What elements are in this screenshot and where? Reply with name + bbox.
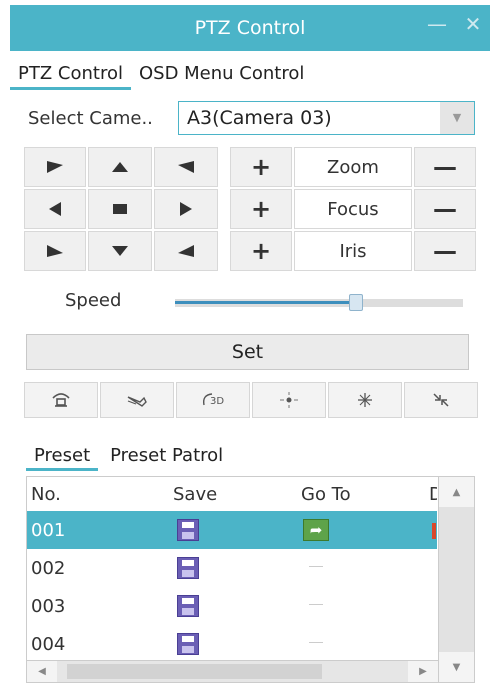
arrow-right-icon bbox=[180, 202, 192, 216]
save-icon[interactable] bbox=[177, 595, 199, 617]
focus-label: Focus bbox=[294, 189, 412, 229]
window-controls: — ✕ bbox=[426, 13, 484, 35]
table-row[interactable]: 004 bbox=[27, 625, 437, 663]
pan-down-right-button[interactable] bbox=[154, 231, 218, 271]
preset-number: 003 bbox=[31, 596, 66, 617]
pan-down-left-button[interactable] bbox=[24, 231, 86, 271]
horizontal-scroll-thumb[interactable] bbox=[67, 664, 322, 679]
pan-up-left-button[interactable] bbox=[24, 147, 86, 187]
3d-positioning-button[interactable]: 3D bbox=[176, 382, 250, 418]
speed-slider-fill bbox=[175, 301, 356, 304]
table-row[interactable]: 001 ➦ bbox=[27, 511, 437, 549]
snow-mode-button[interactable] bbox=[328, 382, 402, 418]
direction-pad bbox=[24, 147, 222, 271]
lens-controls: + Zoom — + Focus — + Iris — bbox=[230, 147, 476, 271]
arrow-up-right-icon bbox=[178, 161, 194, 173]
scroll-down-icon[interactable]: ▼ bbox=[439, 652, 474, 682]
goto-disabled-dash bbox=[309, 604, 323, 605]
tab-preset-patrol[interactable]: Preset Patrol bbox=[102, 443, 231, 471]
goto-disabled-dash bbox=[309, 642, 323, 643]
stop-icon bbox=[113, 204, 127, 214]
tilt-down-button[interactable] bbox=[88, 231, 152, 271]
scroll-up-icon[interactable]: ▲ bbox=[439, 477, 474, 507]
preset-number: 004 bbox=[31, 634, 66, 655]
table-row[interactable]: 003 bbox=[27, 587, 437, 625]
goto-disabled-dash bbox=[309, 566, 323, 567]
pan-up-right-button[interactable] bbox=[154, 147, 218, 187]
tilt-up-button[interactable] bbox=[88, 147, 152, 187]
horizontal-scrollbar[interactable]: ◀ ▶ bbox=[27, 660, 438, 682]
camera-select[interactable]: A3(Camera 03) ▼ bbox=[178, 101, 475, 135]
speed-slider[interactable] bbox=[175, 294, 463, 311]
close-button[interactable]: ✕ bbox=[462, 13, 484, 35]
tab-ptz-control[interactable]: PTZ Control bbox=[10, 60, 131, 90]
light-icon bbox=[127, 396, 147, 407]
pan-right-button[interactable] bbox=[154, 189, 218, 229]
iris-close-button[interactable]: — bbox=[414, 231, 476, 271]
arrow-up-icon bbox=[112, 162, 128, 172]
arrow-left-icon bbox=[49, 202, 61, 216]
column-header-goto: Go To bbox=[301, 483, 351, 505]
preset-number: 002 bbox=[31, 558, 66, 579]
arrow-up-left-icon bbox=[47, 161, 63, 173]
speed-slider-thumb[interactable] bbox=[349, 294, 363, 311]
arrow-down-left-icon bbox=[47, 245, 63, 257]
camera-select-value: A3(Camera 03) bbox=[187, 107, 332, 129]
iris-label: Iris bbox=[294, 231, 412, 271]
light-spot-icon bbox=[280, 392, 298, 408]
arrow-down-right-icon bbox=[178, 245, 194, 257]
column-header-delete: D bbox=[429, 484, 437, 505]
main-tabs: PTZ Control OSD Menu Control bbox=[10, 60, 490, 90]
iris-open-button[interactable]: + bbox=[230, 231, 292, 271]
vertical-scrollbar[interactable]: ▲ ▼ bbox=[438, 477, 474, 682]
window-title: PTZ Control bbox=[194, 17, 306, 39]
zoom-in-button[interactable]: + bbox=[230, 147, 292, 187]
minimize-button[interactable]: — bbox=[426, 13, 448, 35]
zoom-out-button[interactable]: — bbox=[414, 147, 476, 187]
focus-near-button[interactable]: + bbox=[230, 189, 292, 229]
goto-arrow-icon[interactable]: ➦ bbox=[303, 519, 329, 541]
tab-osd-menu-control[interactable]: OSD Menu Control bbox=[131, 60, 312, 90]
pan-left-button[interactable] bbox=[24, 189, 86, 229]
light-spot-button[interactable] bbox=[252, 382, 326, 418]
arrow-down-icon bbox=[112, 246, 128, 256]
preset-number: 001 bbox=[31, 520, 66, 541]
column-header-no: No. bbox=[31, 483, 61, 505]
3d-positioning-icon: 3D bbox=[202, 393, 224, 407]
preset-tabs: Preset Preset Patrol bbox=[26, 443, 231, 471]
restore-button[interactable] bbox=[404, 382, 478, 418]
set-button[interactable]: Set bbox=[26, 334, 469, 370]
delete-icon[interactable] bbox=[432, 523, 436, 539]
focus-far-button[interactable]: — bbox=[414, 189, 476, 229]
dropdown-arrow-icon[interactable]: ▼ bbox=[440, 102, 474, 134]
tab-preset[interactable]: Preset bbox=[26, 443, 99, 471]
save-icon[interactable] bbox=[177, 519, 199, 541]
scroll-right-icon[interactable]: ▶ bbox=[408, 661, 438, 682]
select-camera-label: Select Came.. bbox=[28, 108, 153, 129]
function-buttons: 3D bbox=[24, 382, 478, 418]
3d-label: 3D bbox=[210, 396, 224, 407]
save-icon[interactable] bbox=[177, 557, 199, 579]
table-row[interactable]: 002 bbox=[27, 549, 437, 587]
preset-table: No. Save Go To D 001 ➦ 002 003 004 ▲ ▼ ◀… bbox=[26, 476, 475, 683]
scroll-left-icon[interactable]: ◀ bbox=[27, 661, 57, 682]
zoom-label: Zoom bbox=[294, 147, 412, 187]
table-header: No. Save Go To D bbox=[27, 477, 437, 511]
speed-label: Speed bbox=[65, 290, 122, 311]
window-titlebar: PTZ Control — ✕ bbox=[10, 5, 490, 51]
snowflake-icon bbox=[358, 393, 372, 407]
minimize-arrows-icon bbox=[433, 393, 449, 407]
stop-button[interactable] bbox=[88, 189, 152, 229]
light-button[interactable] bbox=[100, 382, 174, 418]
wiper-button[interactable] bbox=[24, 382, 98, 418]
save-icon[interactable] bbox=[177, 633, 199, 655]
wiper-icon bbox=[52, 393, 70, 407]
column-header-save: Save bbox=[173, 483, 218, 505]
